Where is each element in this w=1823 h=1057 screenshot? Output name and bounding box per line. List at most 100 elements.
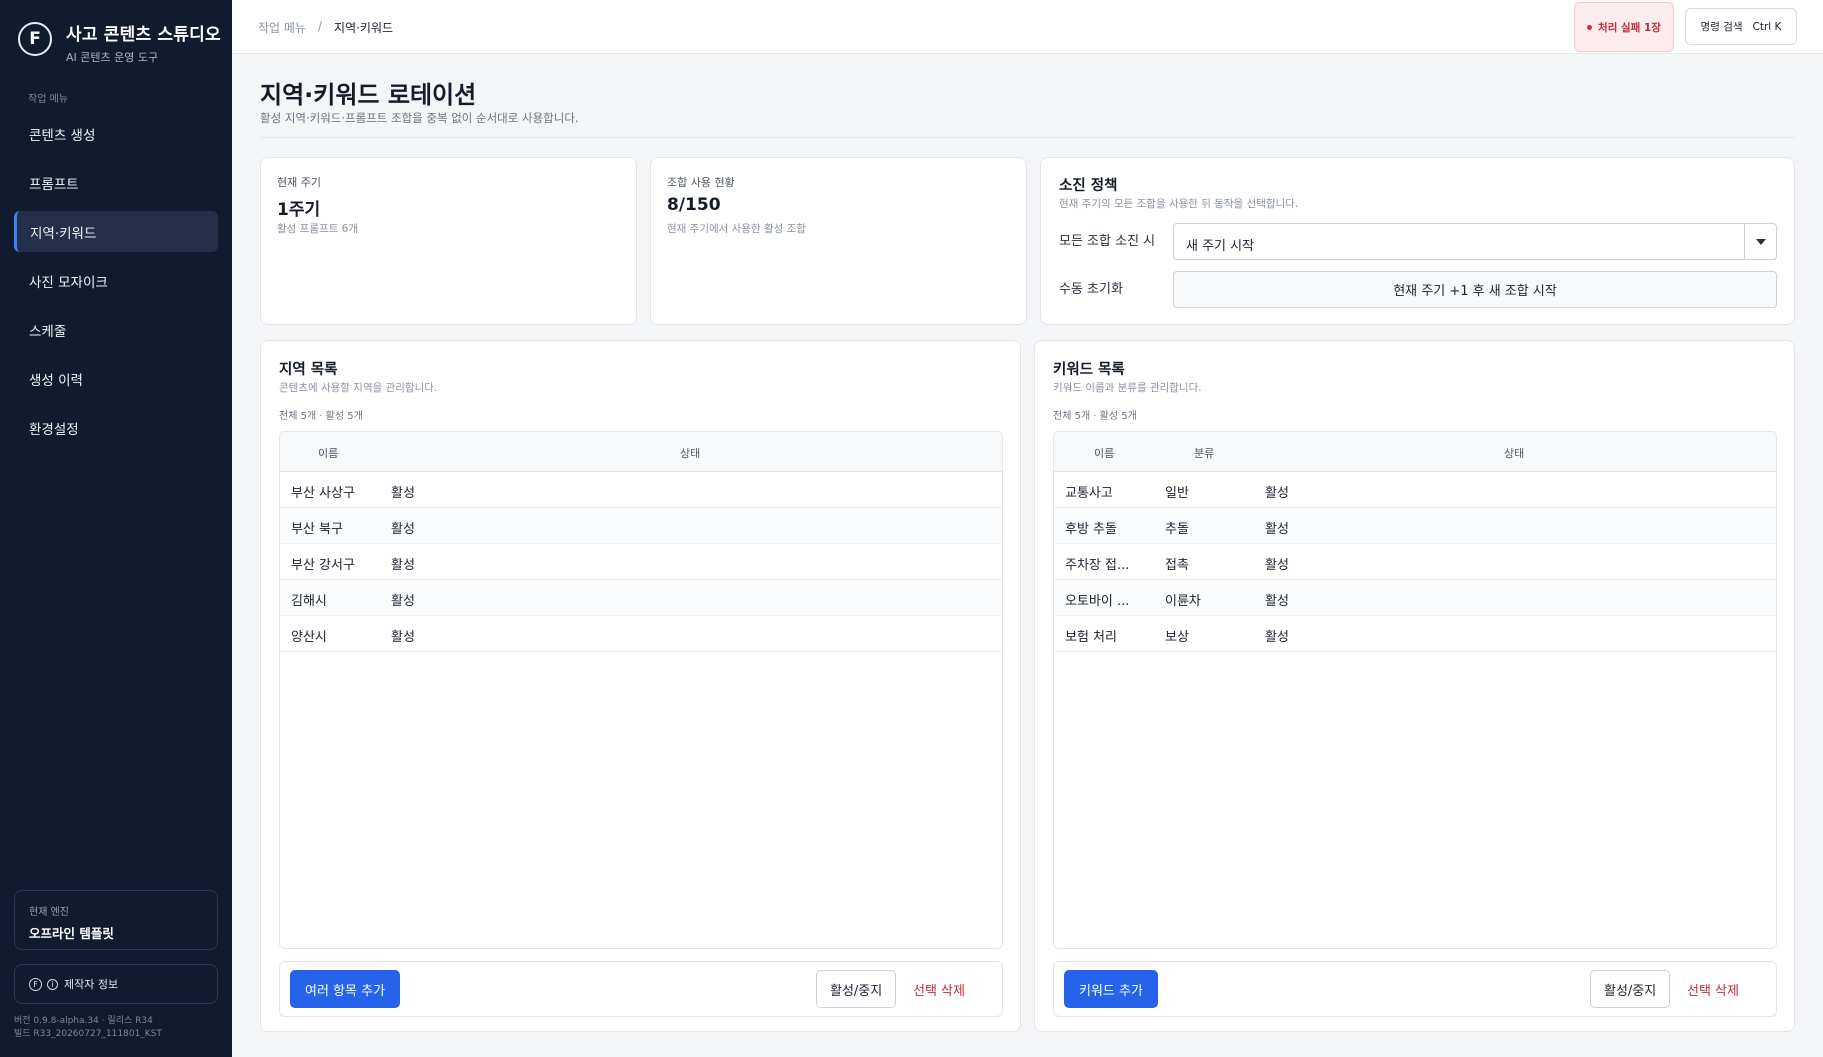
keyword-name: 오토바이 ... <box>1065 594 1130 609</box>
table-header: 이름 분류 상태 <box>1054 432 1776 472</box>
add-keyword-button[interactable]: 키워드 추가 <box>1064 970 1158 1008</box>
page-title: 지역·키워드 로테이션 <box>260 81 477 109</box>
keyword-list-card: 키워드 목록 키워드 이름과 분류를 관리합니다. 전체 5개 · 활성 5개 … <box>1034 340 1795 1032</box>
table-row[interactable]: 보험 처리 보상 활성 <box>1054 616 1776 652</box>
keyword-status: 활성 <box>1265 522 1289 537</box>
table-row[interactable]: 부산 강서구 활성 <box>280 544 1002 580</box>
cycle-label: 현재 주기 <box>277 176 321 189</box>
sidebar-item-content-create[interactable]: 콘텐츠 생성 <box>14 113 218 154</box>
region-actions: 여러 항목 추가 활성/중지 선택 삭제 <box>279 961 1003 1017</box>
column-name[interactable]: 이름 <box>1094 445 1114 461</box>
build-line: 빌드 R33_20260727_111801_KST <box>14 1029 162 1039</box>
usage-sub: 현재 주기에서 사용한 활성 조합 <box>667 223 806 235</box>
keyword-category: 접촉 <box>1165 558 1189 573</box>
table-row[interactable]: 양산시 활성 <box>280 616 1002 652</box>
maker-info-button[interactable]: F i 제작자 정보 <box>14 964 218 1004</box>
column-status[interactable]: 상태 <box>1504 445 1524 461</box>
breadcrumb-separator: / <box>317 19 323 33</box>
reset-cycle-button[interactable]: 현재 주기 +1 후 새 조합 시작 <box>1173 271 1777 308</box>
policy-title: 소진 정책 <box>1059 178 1118 194</box>
command-search-button[interactable]: 명령 검색 Ctrl K <box>1685 8 1797 45</box>
column-name[interactable]: 이름 <box>318 445 338 461</box>
sidebar-item-schedule[interactable]: 스케줄 <box>14 309 218 350</box>
dropdown-toggle[interactable] <box>1744 224 1776 259</box>
cycle-sub: 활성 프롬프트 6개 <box>277 223 358 235</box>
usage-value: 8/150 <box>667 195 721 215</box>
sidebar-item-photo-mosaic[interactable]: 사진 모자이크 <box>14 260 218 301</box>
region-toggle-active-button[interactable]: 활성/중지 <box>816 970 897 1008</box>
keyword-count: 전체 5개 · 활성 5개 <box>1053 411 1137 422</box>
keyword-status: 활성 <box>1265 558 1289 573</box>
policy-card: 소진 정책 현재 주기의 모든 조합을 사용한 뒤 동작을 선택합니다. 모든 … <box>1040 157 1795 325</box>
mini-logo-icon: F <box>29 977 42 991</box>
region-name: 부산 사상구 <box>291 486 355 501</box>
exhaust-policy-select[interactable]: 새 주기 시작 <box>1173 223 1777 260</box>
table-row[interactable]: 후방 추돌 추돌 활성 <box>1054 508 1776 544</box>
table-row[interactable]: 부산 사상구 활성 <box>280 472 1002 508</box>
region-list-title: 지역 목록 <box>279 362 338 378</box>
keyword-category: 일반 <box>1165 486 1189 501</box>
table-row[interactable]: 주차장 접... 접촉 활성 <box>1054 544 1776 580</box>
keyword-name: 보험 처리 <box>1065 630 1117 645</box>
engine-label: 현재 엔진 <box>29 907 69 918</box>
region-count: 전체 5개 · 활성 5개 <box>279 411 363 422</box>
brand[interactable]: F 사고 콘텐츠 스튜디오 AI 콘텐츠 운영 도구 <box>18 20 221 65</box>
version-line: 버전 0.9.8-alpha.34 · 릴리스 R34 <box>14 1016 153 1026</box>
keyword-name: 후방 추돌 <box>1065 522 1117 537</box>
keyword-actions: 키워드 추가 활성/중지 선택 삭제 <box>1053 961 1777 1017</box>
keyword-toggle-active-button[interactable]: 활성/중지 <box>1590 970 1671 1008</box>
page-description: 활성 지역·키워드·프롬프트 조합을 중복 없이 순서대로 사용합니다. <box>260 111 579 125</box>
region-name: 부산 강서구 <box>291 558 355 573</box>
brand-subtitle: AI 콘텐츠 운영 도구 <box>66 51 159 64</box>
region-table: 이름 상태 부산 사상구 활성 부산 북구 활성 부산 강서구 활성 김해시 활… <box>279 431 1003 949</box>
cycle-value: 1주기 <box>277 200 321 220</box>
region-name: 양산시 <box>291 630 327 645</box>
topbar: 작업 메뉴 / 지역·키워드 처리 실패 1장 명령 검색 Ctrl K <box>232 0 1823 54</box>
column-category[interactable]: 분류 <box>1194 445 1214 461</box>
exhaust-label: 모든 조합 소진 시 <box>1059 234 1156 249</box>
breadcrumb: 작업 메뉴 / 지역·키워드 <box>258 19 393 36</box>
sidebar-item-region-keyword[interactable]: 지역·키워드 <box>14 211 218 252</box>
brand-title: 사고 콘텐츠 스튜디오 <box>66 25 221 45</box>
sidebar-nav: 콘텐츠 생성 프롬프트 지역·키워드 사진 모자이크 스케줄 생성 이력 환경설… <box>14 113 218 456</box>
keyword-category: 보상 <box>1165 630 1189 645</box>
column-status[interactable]: 상태 <box>680 445 700 461</box>
region-status: 활성 <box>391 522 415 537</box>
keyword-status: 활성 <box>1265 594 1289 609</box>
nav-section-label: 작업 메뉴 <box>28 94 68 105</box>
sidebar-item-settings[interactable]: 환경설정 <box>14 407 218 448</box>
region-delete-selected-button[interactable]: 선택 삭제 <box>903 970 975 1008</box>
chevron-down-icon <box>1755 238 1766 245</box>
keyword-list-title: 키워드 목록 <box>1053 362 1125 378</box>
table-row[interactable]: 오토바이 ... 이륜차 활성 <box>1054 580 1776 616</box>
usage-card: 조합 사용 현황 8/150 현재 주기에서 사용한 활성 조합 <box>650 157 1027 325</box>
brand-logo-letter: F <box>29 29 41 49</box>
region-list-description: 콘텐츠에 사용할 지역을 관리합니다. <box>279 382 438 394</box>
add-multiple-regions-button[interactable]: 여러 항목 추가 <box>290 970 401 1008</box>
usage-label: 조합 사용 현황 <box>667 176 735 189</box>
divider <box>260 137 1795 138</box>
keyword-status: 활성 <box>1265 630 1289 645</box>
exhaust-policy-value: 새 주기 시작 <box>1186 239 1255 254</box>
table-row[interactable]: 부산 북구 활성 <box>280 508 1002 544</box>
command-search-label: 명령 검색 <box>1700 21 1743 33</box>
region-list-card: 지역 목록 콘텐츠에 사용할 지역을 관리합니다. 전체 5개 · 활성 5개 … <box>260 340 1021 1032</box>
keyword-category: 이륜차 <box>1165 594 1201 609</box>
maker-info-label: 제작자 정보 <box>64 978 119 991</box>
region-status: 활성 <box>391 558 415 573</box>
failure-badge[interactable]: 처리 실패 1장 <box>1574 2 1674 52</box>
table-row[interactable]: 교통사고 일반 활성 <box>1054 472 1776 508</box>
keyword-table: 이름 분류 상태 교통사고 일반 활성 후방 추돌 추돌 활성 주차장 접...… <box>1053 431 1777 949</box>
keyword-category: 추돌 <box>1165 522 1189 537</box>
keyword-name: 주차장 접... <box>1065 558 1130 573</box>
keyword-status: 활성 <box>1265 486 1289 501</box>
table-row[interactable]: 김해시 활성 <box>280 580 1002 616</box>
keyword-delete-selected-button[interactable]: 선택 삭제 <box>1677 970 1749 1008</box>
command-shortcut: Ctrl K <box>1752 20 1782 33</box>
breadcrumb-root[interactable]: 작업 메뉴 <box>258 19 306 36</box>
region-status: 활성 <box>391 486 415 501</box>
breadcrumb-current: 지역·키워드 <box>334 21 394 35</box>
sidebar-item-prompt[interactable]: 프롬프트 <box>14 162 218 203</box>
sidebar-item-history[interactable]: 생성 이력 <box>14 358 218 399</box>
info-icon: i <box>47 978 58 990</box>
